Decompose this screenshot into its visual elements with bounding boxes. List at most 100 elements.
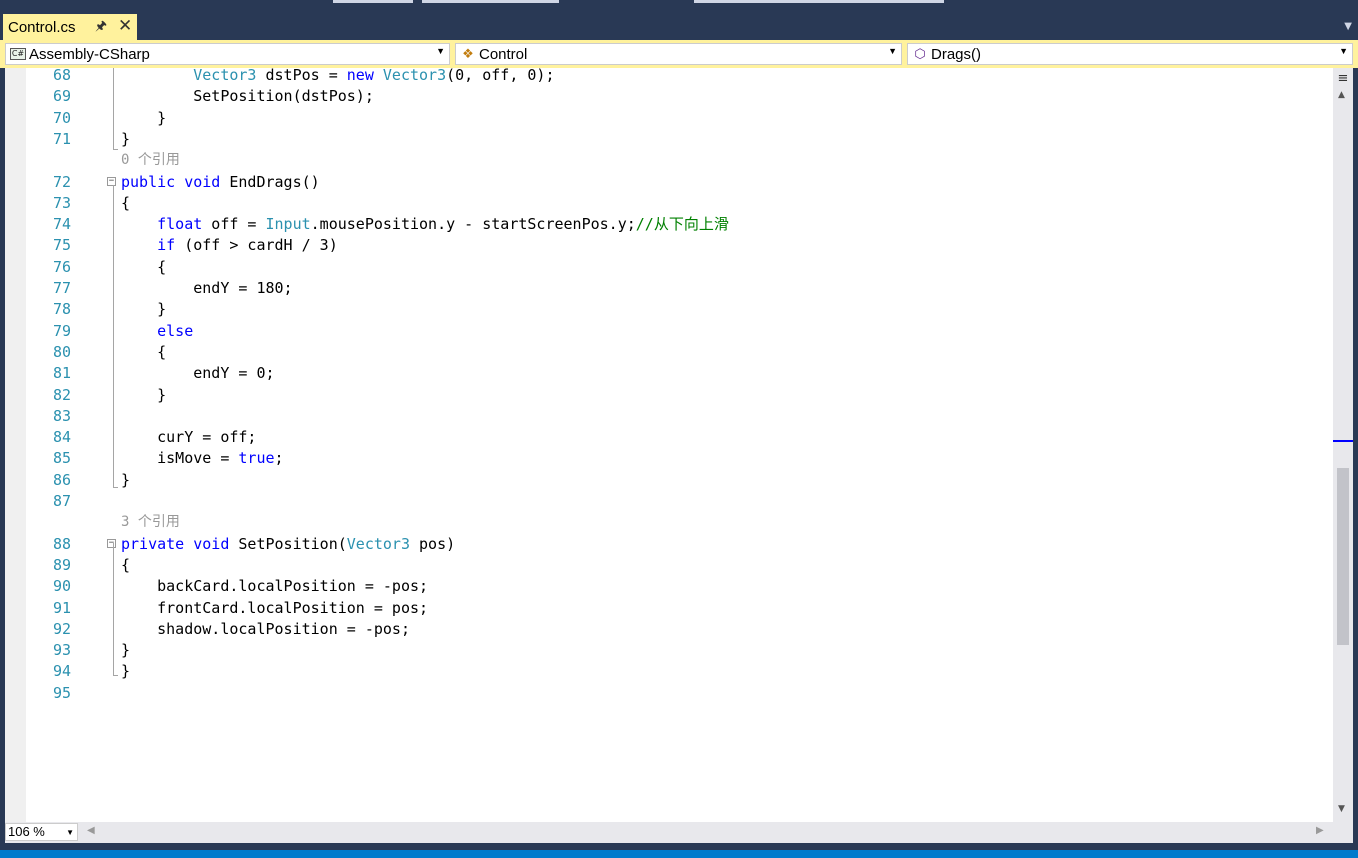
code-text: } xyxy=(121,129,131,148)
code-text: frontCard.localPosition = pos; xyxy=(121,598,429,617)
line-number: 75 xyxy=(52,236,71,255)
navigation-bar: C# Assembly-CSharp ▼ ❖ Control ▼ ⬡ Drags… xyxy=(0,40,1358,68)
code-text: } xyxy=(121,385,167,404)
code-text: public void EndDrags() xyxy=(121,172,320,191)
type-label: Control xyxy=(479,45,528,63)
codelens-references[interactable]: 0 个引用 xyxy=(121,150,180,171)
code-line[interactable]: 77 endY = 180; xyxy=(5,278,1333,299)
line-number: 73 xyxy=(52,193,71,212)
code-line[interactable]: 3 个引用 xyxy=(5,512,1333,533)
code-line[interactable]: 78 } xyxy=(5,299,1333,320)
code-line[interactable]: 76 { xyxy=(5,257,1333,278)
zoom-dropdown[interactable]: 106 % ▼ xyxy=(5,823,78,841)
collapse-icon[interactable]: − xyxy=(107,538,116,548)
code-text: { xyxy=(121,257,167,276)
line-number: 86 xyxy=(52,470,71,489)
tab-control-cs[interactable]: Control.cs 🖈︎ ✕ xyxy=(3,14,137,40)
type-dropdown[interactable]: ❖ Control ▼ xyxy=(455,43,902,65)
code-line[interactable]: 95 xyxy=(5,683,1333,704)
line-number: 72 xyxy=(52,172,71,191)
code-line[interactable]: 83 xyxy=(5,406,1333,427)
line-number: 71 xyxy=(52,129,71,148)
code-line[interactable]: 79 else xyxy=(5,321,1333,342)
chevron-down-icon: ▼ xyxy=(888,46,897,56)
title-strip xyxy=(0,0,1358,9)
split-window-icon[interactable]: ≡ xyxy=(1336,71,1350,87)
outline-guide xyxy=(113,487,118,488)
code-line[interactable]: 82 } xyxy=(5,385,1333,406)
line-number: 89 xyxy=(52,555,71,574)
member-dropdown[interactable]: ⬡ Drags() ▼ xyxy=(907,43,1353,65)
code-text: private void SetPosition(Vector3 pos) xyxy=(121,534,456,553)
tab-overflow-dropdown-icon[interactable]: ▼ xyxy=(1344,21,1352,32)
line-number: 70 xyxy=(52,108,71,127)
toolbar-remnant xyxy=(333,0,413,3)
code-line[interactable]: 75 if (off > cardH / 3) xyxy=(5,235,1333,256)
code-text: endY = 0; xyxy=(121,364,275,383)
chevron-down-icon: ▼ xyxy=(1339,46,1348,56)
code-line[interactable]: 81 endY = 0; xyxy=(5,363,1333,384)
vertical-scrollbar[interactable]: ≡ ▲ ▼ xyxy=(1333,68,1353,822)
code-text: { xyxy=(121,555,131,574)
line-number: 93 xyxy=(52,641,71,660)
scroll-up-icon[interactable]: ▲ xyxy=(1338,90,1345,100)
pin-icon[interactable]: 🖈︎ xyxy=(95,17,107,39)
line-number: 85 xyxy=(52,449,71,468)
code-line[interactable]: 80 { xyxy=(5,342,1333,363)
code-line[interactable]: 85 isMove = true; xyxy=(5,448,1333,469)
line-number: 91 xyxy=(52,598,71,617)
line-number: 92 xyxy=(52,619,71,638)
code-line[interactable]: 73 { xyxy=(5,193,1333,214)
outline-guide xyxy=(113,675,118,676)
code-text: SetPosition(dstPos); xyxy=(121,87,374,106)
line-number: 83 xyxy=(52,406,71,425)
scrollbar-thumb[interactable] xyxy=(1337,468,1349,645)
scroll-right-icon[interactable]: ▶ xyxy=(1316,825,1324,836)
line-number: 95 xyxy=(52,683,71,702)
chevron-down-icon: ▼ xyxy=(436,46,445,56)
code-text: } xyxy=(121,641,131,660)
line-number: 68 xyxy=(52,66,71,84)
code-line[interactable]: 91 frontCard.localPosition = pos; xyxy=(5,598,1333,619)
code-line[interactable]: 89 { xyxy=(5,555,1333,576)
code-text: { xyxy=(121,193,131,212)
code-line[interactable]: 71} xyxy=(5,129,1333,150)
code-text: } xyxy=(121,300,167,319)
status-bar xyxy=(0,850,1358,858)
code-line[interactable]: 68 Vector3 dstPos = new Vector3(0, off, … xyxy=(5,65,1333,86)
outline-guide xyxy=(113,543,114,676)
code-line[interactable]: 0 个引用 xyxy=(5,150,1333,171)
code-line[interactable]: 87 xyxy=(5,491,1333,512)
line-number: 82 xyxy=(52,385,71,404)
project-dropdown[interactable]: C# Assembly-CSharp ▼ xyxy=(5,43,450,65)
code-line[interactable]: 88 private void SetPosition(Vector3 pos) − xyxy=(5,534,1333,555)
class-icon: ❖ xyxy=(462,46,474,61)
caret-position-marker xyxy=(1333,440,1353,442)
code-text: curY = off; xyxy=(121,428,257,447)
code-text: { xyxy=(121,342,167,361)
line-number: 80 xyxy=(52,342,71,361)
code-line[interactable]: 69 SetPosition(dstPos); xyxy=(5,86,1333,107)
code-line[interactable]: 93} xyxy=(5,640,1333,661)
code-line[interactable]: 84 curY = off; xyxy=(5,427,1333,448)
code-editor[interactable]: 68 Vector3 dstPos = new Vector3(0, off, … xyxy=(5,65,1333,822)
outline-guide xyxy=(113,185,114,488)
code-line[interactable]: 94} xyxy=(5,661,1333,682)
member-label: Drags() xyxy=(931,45,982,63)
close-icon[interactable]: ✕ xyxy=(118,15,132,37)
code-line[interactable]: 86} xyxy=(5,470,1333,491)
csharp-project-icon: C# xyxy=(9,48,27,60)
code-line[interactable]: 90 backCard.localPosition = -pos; xyxy=(5,576,1333,597)
window-edge xyxy=(1353,68,1358,822)
horizontal-scrollbar[interactable]: 106 % ▼ ◀ ▶ xyxy=(5,822,1353,843)
scroll-down-icon[interactable]: ▼ xyxy=(1338,804,1345,814)
collapse-icon[interactable]: − xyxy=(107,176,116,186)
scroll-left-icon[interactable]: ◀ xyxy=(87,825,95,836)
codelens-references[interactable]: 3 个引用 xyxy=(121,512,180,533)
code-line[interactable]: 72 public void EndDrags() − xyxy=(5,172,1333,193)
code-line[interactable]: 74 float off = Input.mousePosition.y - s… xyxy=(5,214,1333,235)
code-line[interactable]: 92 shadow.localPosition = -pos; xyxy=(5,619,1333,640)
method-cube-icon: ⬡ xyxy=(914,46,926,61)
code-text: else xyxy=(157,321,194,340)
code-line[interactable]: 70 } xyxy=(5,108,1333,129)
